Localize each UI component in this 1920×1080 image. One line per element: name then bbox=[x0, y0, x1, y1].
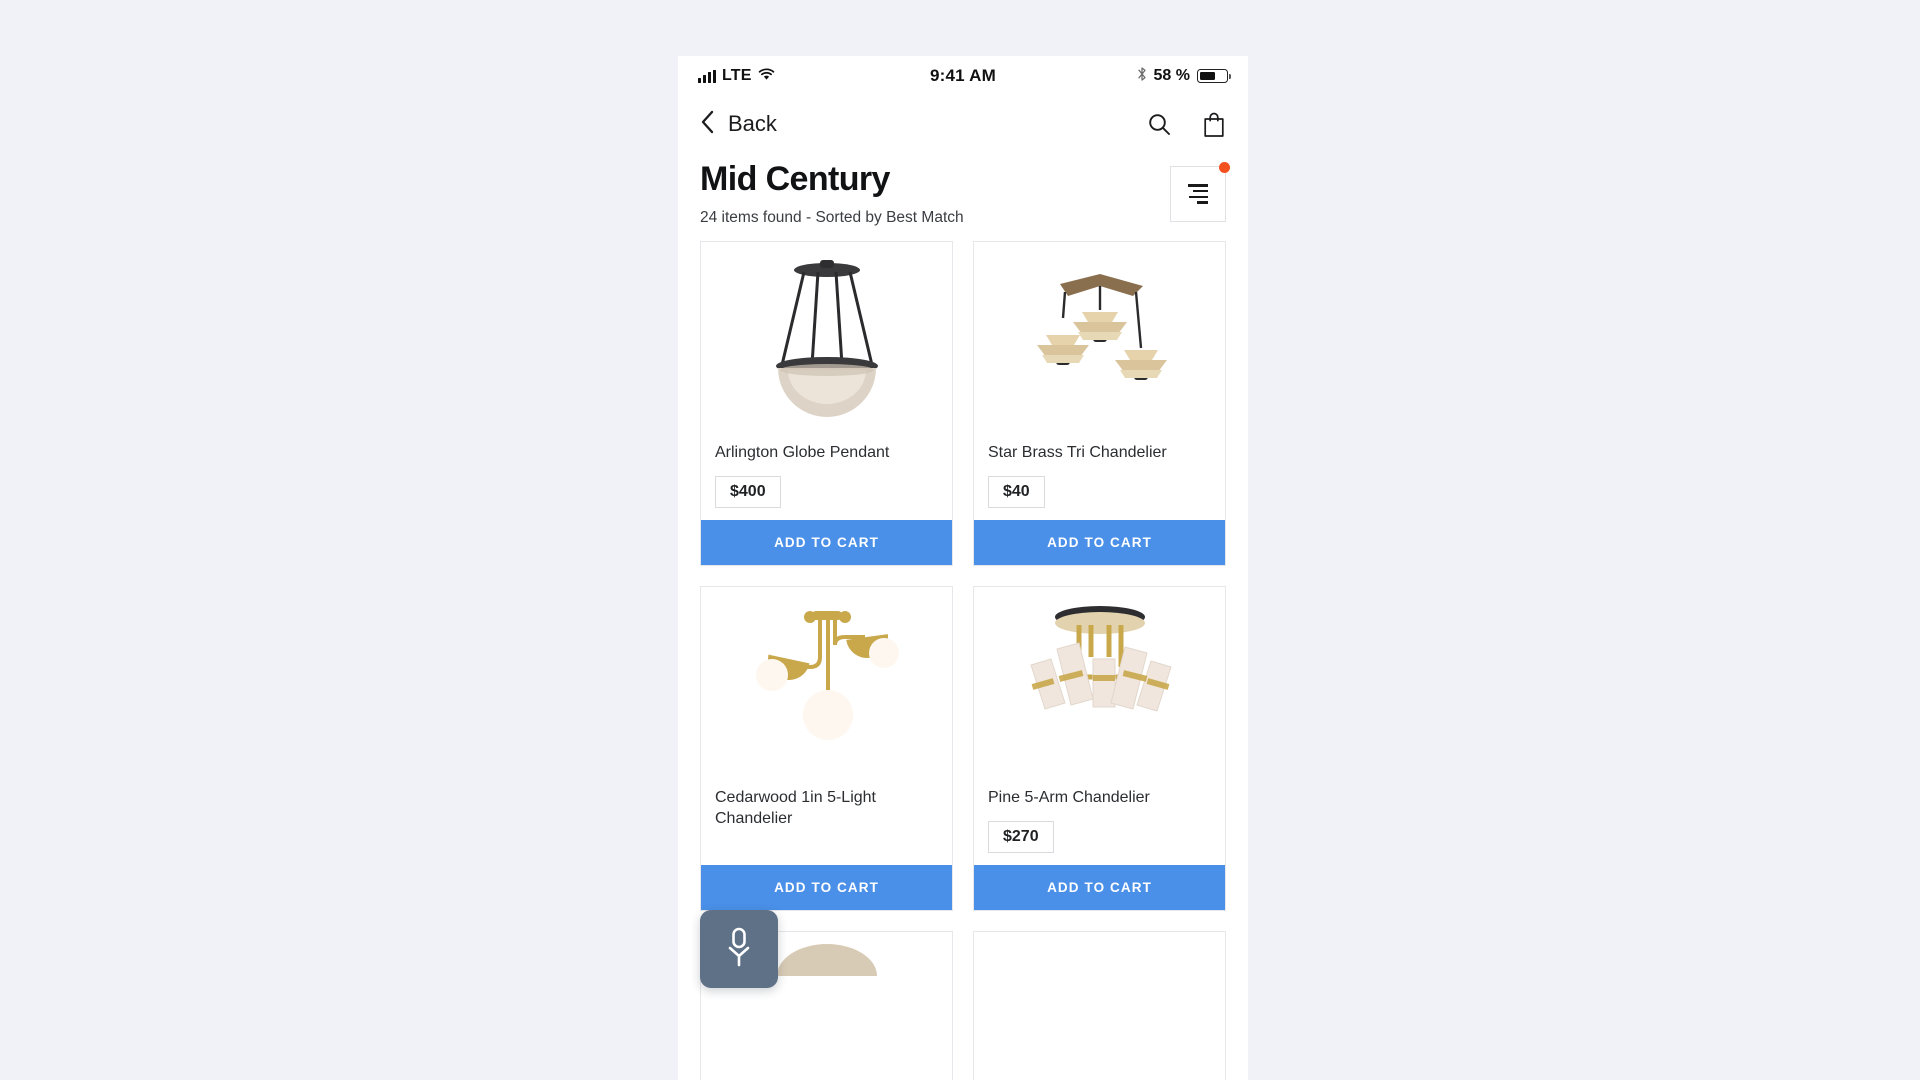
product-card[interactable] bbox=[973, 931, 1226, 1080]
page-header-text: Mid Century 24 items found - Sorted by B… bbox=[700, 160, 1170, 227]
product-details: Arlington Globe Pendant $400 bbox=[701, 442, 952, 520]
add-to-cart-button[interactable]: ADD TO CART bbox=[701, 520, 952, 566]
sort-filter-button[interactable] bbox=[1170, 162, 1230, 222]
search-icon[interactable] bbox=[1147, 112, 1172, 137]
sort-lines-icon bbox=[1188, 184, 1208, 204]
product-price: $270 bbox=[988, 821, 1054, 854]
add-to-cart-button[interactable]: ADD TO CART bbox=[974, 865, 1225, 911]
product-name: Cedarwood 1in 5-Light Chandelier bbox=[715, 789, 876, 828]
page-title: Mid Century bbox=[700, 160, 890, 198]
battery-icon bbox=[1197, 69, 1232, 83]
product-card[interactable]: Cedarwood 1in 5-Light Chandelier ADD TO … bbox=[700, 586, 953, 912]
navigation-actions bbox=[1147, 111, 1226, 138]
page-header: Mid Century 24 items found - Sorted by B… bbox=[678, 152, 1248, 241]
product-image bbox=[974, 932, 1225, 1080]
cellular-bars-icon bbox=[698, 69, 716, 83]
status-bar: LTE 9:41 AM 58 % bbox=[678, 56, 1248, 96]
microphone-icon bbox=[721, 925, 757, 974]
add-to-cart-button[interactable]: ADD TO CART bbox=[701, 865, 952, 911]
battery-percent-label: 58 % bbox=[1153, 67, 1190, 84]
product-details: Pine 5-Arm Chandelier $270 bbox=[974, 787, 1225, 865]
results-summary: 24 items found - Sorted by Best Match bbox=[700, 209, 964, 227]
product-name: Star Brass Tri Chandelier bbox=[988, 444, 1167, 462]
product-name: Arlington Globe Pendant bbox=[715, 444, 890, 462]
product-details: Cedarwood 1in 5-Light Chandelier bbox=[701, 787, 952, 842]
product-card[interactable]: Star Brass Tri Chandelier $40 ADD TO CAR… bbox=[973, 241, 1226, 567]
voice-assistant-button[interactable] bbox=[700, 910, 778, 988]
product-card[interactable]: Pine 5-Arm Chandelier $270 ADD TO CART bbox=[973, 586, 1226, 912]
back-button-label: Back bbox=[728, 111, 777, 136]
sort-notification-badge bbox=[1219, 162, 1230, 173]
carrier-label: LTE bbox=[722, 67, 752, 84]
product-image bbox=[701, 242, 952, 443]
product-details: Star Brass Tri Chandelier $40 bbox=[974, 442, 1225, 520]
product-image bbox=[974, 242, 1225, 443]
chevron-left-icon bbox=[700, 110, 714, 139]
product-price: $40 bbox=[988, 476, 1045, 509]
status-bar-right: 58 % bbox=[1137, 66, 1232, 87]
wifi-icon bbox=[758, 66, 775, 86]
product-card[interactable]: Arlington Globe Pendant $400 ADD TO CART bbox=[700, 241, 953, 567]
status-bar-left: LTE bbox=[698, 66, 775, 86]
bluetooth-icon bbox=[1137, 66, 1147, 87]
shopping-bag-icon[interactable] bbox=[1202, 111, 1226, 138]
add-to-cart-button[interactable]: ADD TO CART bbox=[974, 520, 1225, 566]
product-price: $400 bbox=[715, 476, 781, 509]
product-image bbox=[701, 587, 952, 788]
product-image bbox=[974, 587, 1225, 788]
navigation-bar: Back bbox=[678, 96, 1248, 152]
back-button[interactable]: Back bbox=[700, 110, 777, 139]
product-name: Pine 5-Arm Chandelier bbox=[988, 789, 1150, 807]
